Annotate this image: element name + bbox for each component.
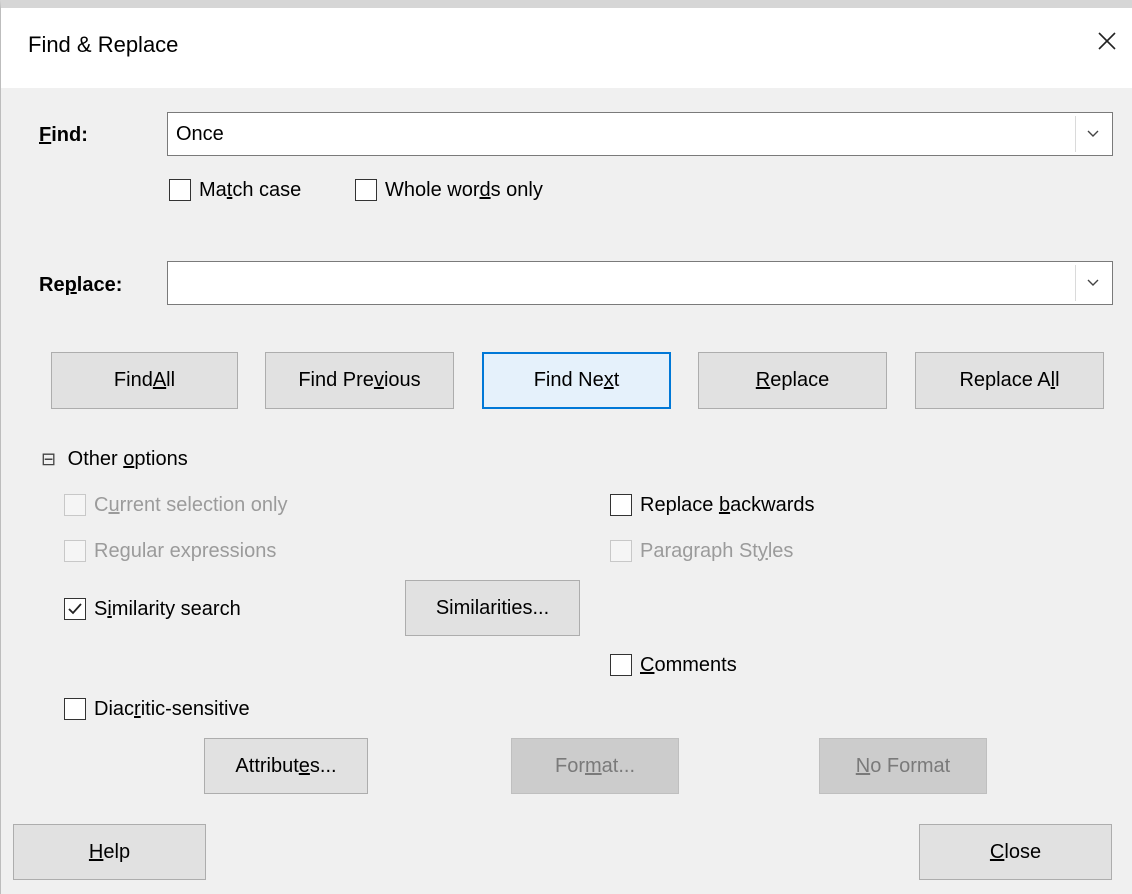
attributes-button[interactable]: Attribut e s... [204, 738, 368, 794]
find-all-button[interactable]: Find All [51, 352, 238, 409]
whole-words-checkbox[interactable]: Whole words only [355, 176, 543, 204]
paragraph-styles-checkbox: Paragraph Styles [610, 537, 793, 565]
title-bar: Find & Replace [1, 8, 1132, 88]
replace-backwards-label: Replace backwards [640, 493, 815, 516]
current-selection-only-label: Current selection only [94, 493, 288, 516]
no-format-button: No Format [819, 738, 987, 794]
whole-words-label: Whole words only [385, 178, 543, 201]
replace-combobox[interactable] [167, 261, 1113, 305]
help-button[interactable]: Help [13, 824, 206, 880]
regular-expressions-label: Regular expressions [94, 539, 277, 562]
find-label: Find: [39, 124, 88, 146]
paragraph-styles-label: Paragraph Styles [640, 539, 794, 562]
checkbox-box [64, 598, 86, 620]
replace-dropdown-button[interactable] [1075, 265, 1109, 301]
find-input[interactable]: Once [176, 123, 224, 146]
diacritic-sensitive-label: Diacritic-sensitive [94, 697, 250, 720]
find-combobox[interactable]: Once [167, 112, 1113, 156]
diacritic-sensitive-checkbox[interactable]: Diacritic-sensitive [64, 695, 250, 723]
current-selection-only-checkbox: Current selection only [64, 491, 287, 519]
find-dropdown-button[interactable] [1075, 116, 1109, 152]
find-next-button[interactable]: Find Ne x t [482, 352, 671, 409]
checkmark-icon [68, 603, 82, 615]
checkbox-box [610, 654, 632, 676]
comments-label: Comments [640, 653, 737, 676]
checkbox-box [64, 698, 86, 720]
checkbox-box [355, 179, 377, 201]
other-options-expander[interactable]: ⊟ Other options [41, 448, 188, 471]
similarity-search-label: Similarity search [94, 597, 241, 620]
find-previous-button[interactable]: Find Pre v ious [265, 352, 454, 409]
similarities-button[interactable]: Similarities... [405, 580, 580, 636]
checkbox-box [64, 540, 86, 562]
find-replace-dialog: Find & Replace Find: Once Match case Who… [0, 0, 1132, 894]
collapse-icon: ⊟ [41, 449, 57, 469]
checkbox-box [610, 540, 632, 562]
regular-expressions-checkbox: Regular expressions [64, 537, 276, 565]
close-icon[interactable] [1092, 26, 1122, 56]
comments-checkbox[interactable]: Comments [610, 651, 737, 679]
similarity-search-checkbox[interactable]: Similarity search [64, 595, 241, 623]
other-options-label: Other options [67, 448, 188, 470]
replace-backwards-checkbox[interactable]: Replace backwards [610, 491, 815, 519]
chevron-down-icon [1087, 130, 1098, 137]
checkbox-box [610, 494, 632, 516]
replace-label: Replace: [39, 274, 123, 296]
chevron-down-icon [1087, 279, 1098, 286]
window-title: Find & Replace [28, 32, 179, 57]
match-case-checkbox[interactable]: Match case [169, 176, 301, 204]
replace-all-button[interactable]: Replace All [915, 352, 1104, 409]
close-button[interactable]: Close [919, 824, 1112, 880]
replace-button[interactable]: Replace [698, 352, 887, 409]
checkbox-box [169, 179, 191, 201]
checkbox-box [64, 494, 86, 516]
match-case-label: Match case [199, 178, 302, 201]
format-button: For m at... [511, 738, 679, 794]
